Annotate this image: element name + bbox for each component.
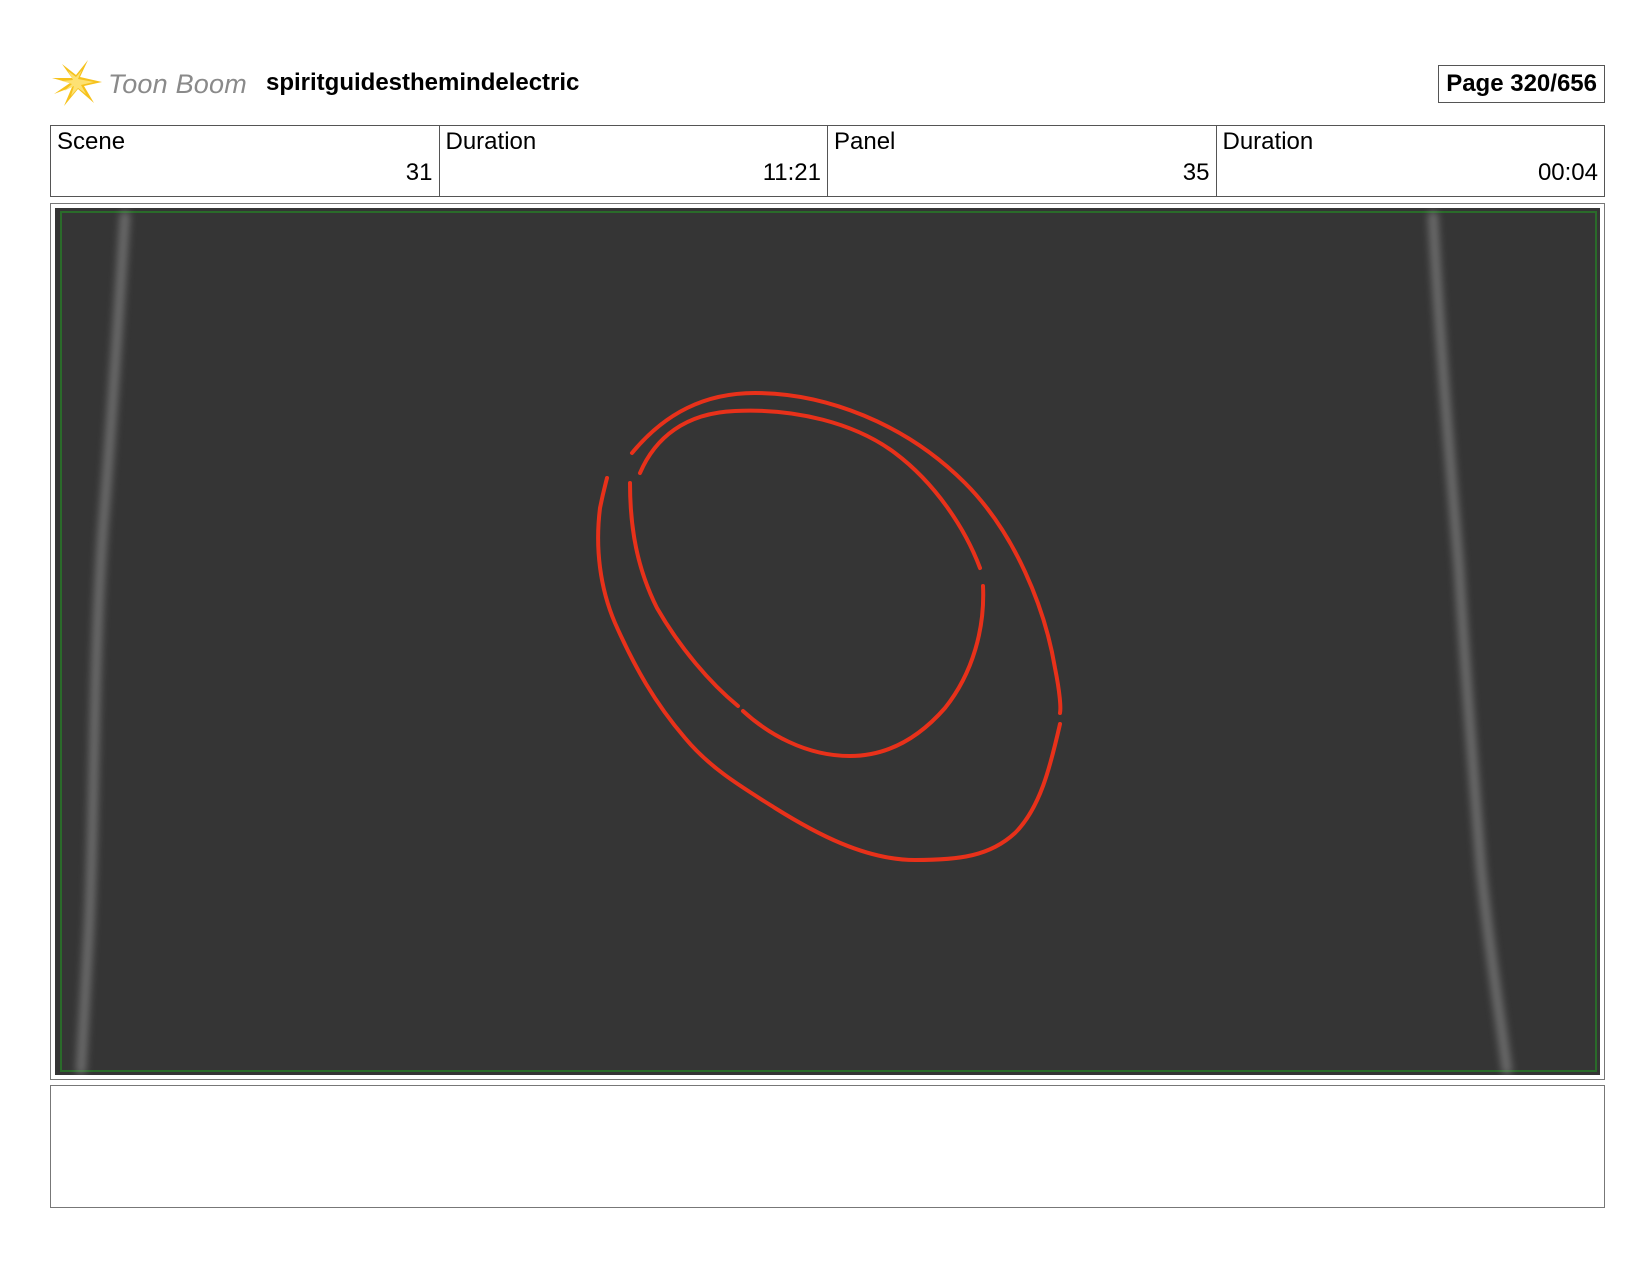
scene-cell: Scene 31: [51, 126, 440, 196]
page-header: Toon Boom spiritguidesthemindelectric Pa…: [50, 52, 1605, 114]
scene-duration-label: Duration: [445, 128, 537, 155]
scene-info-table: Scene 31 Duration 11:21 Panel 35 Duratio…: [50, 125, 1605, 197]
scene-duration-value: 11:21: [762, 159, 821, 186]
panel-cell: Panel 35: [828, 126, 1217, 196]
panel-notes: [50, 1085, 1605, 1208]
toon-boom-logo: Toon Boom: [50, 56, 250, 110]
panel-duration-value: 00:04: [1537, 159, 1598, 186]
panel-duration-cell: Duration 00:04: [1217, 126, 1605, 196]
panel-background: [55, 208, 1600, 1075]
logo-text: Toon Boom: [108, 69, 247, 99]
panel-label: Panel: [834, 128, 896, 155]
scene-value: 31: [405, 159, 433, 186]
scene-label: Scene: [57, 128, 126, 155]
project-title: spiritguidesthemindelectric: [266, 69, 580, 96]
panel-frame: [50, 203, 1605, 1080]
scene-duration-cell: Duration 11:21: [440, 126, 828, 196]
panel-sketch: [55, 208, 1600, 1075]
panel-value: 35: [1182, 159, 1210, 186]
page-number: Page 320/656: [1438, 65, 1605, 103]
starburst-icon: [52, 60, 102, 106]
panel-duration-label: Duration: [1222, 128, 1314, 155]
panel-drawing: [55, 208, 1600, 1075]
